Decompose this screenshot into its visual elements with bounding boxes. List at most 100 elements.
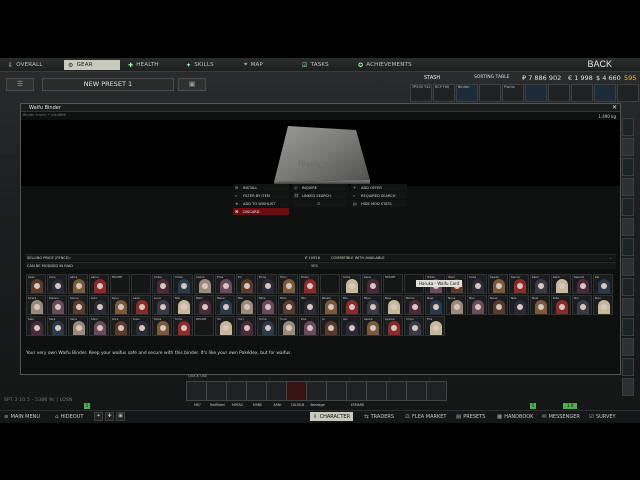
waifu-card-slot[interactable]: Mana <box>215 295 235 315</box>
stash-cell[interactable] <box>622 138 634 156</box>
tab-achievements[interactable]: ✪ ACHIEVEMENTS <box>358 60 412 70</box>
waifu-card-slot[interactable]: Kanna <box>509 274 529 294</box>
waifu-card-slot[interactable]: Shiro <box>89 316 109 336</box>
notification-badge[interactable]: 1 0 <box>563 403 577 409</box>
preset-save-button[interactable]: ▣ <box>178 78 206 91</box>
stash-cell[interactable]: BCP FMJ <box>433 84 455 102</box>
waifu-card-slot[interactable]: Yuna <box>278 316 298 336</box>
menu-add-offer[interactable]: + ADD OFFER <box>351 184 407 191</box>
waifu-card-slot[interactable]: MOUNT <box>194 316 214 336</box>
waifu-card-slot[interactable]: Eri <box>236 274 256 294</box>
waifu-card-slot[interactable]: Nene <box>488 295 508 315</box>
waifu-card-slot[interactable]: Hoshi <box>299 274 319 294</box>
waifu-card-slot[interactable]: Emi <box>425 316 445 336</box>
waifu-card-slot[interactable]: Mika <box>257 295 277 315</box>
menu-filter-by-item[interactable]: ⌕ FILTER BY ITEM <box>233 192 289 199</box>
waifu-card-slot[interactable]: Mei <box>236 295 256 315</box>
waifu-card-slot[interactable]: Kirara <box>26 295 46 315</box>
menu-add-to-wishlist[interactable]: ★ ADD TO WISHLIST <box>233 200 289 207</box>
stash-cell[interactable] <box>622 318 634 336</box>
stash-cell[interactable] <box>622 178 634 196</box>
waifu-card-slot[interactable]: Kyou <box>110 295 130 315</box>
waifu-card-slot[interactable]: Iroha <box>341 274 361 294</box>
waifu-card-slot[interactable]: Miu <box>341 295 361 315</box>
waifu-card-slot[interactable]: Yume <box>257 316 277 336</box>
tab-overall[interactable]: ⇩ OVERALL <box>8 60 43 70</box>
waifu-card-slot[interactable] <box>320 274 340 294</box>
notification-badge[interactable]: 5 <box>530 403 536 409</box>
menu-required-search[interactable]: ⌕ REQUIRED SEARCH <box>351 192 407 199</box>
waifu-card-slot[interactable]: Moe <box>383 295 403 315</box>
waifu-card-slot[interactable]: Misaki <box>320 295 340 315</box>
waifu-card-slot[interactable]: Ruri <box>593 295 613 315</box>
waifu-card-slot[interactable]: Noa <box>509 295 529 315</box>
waifu-card-slot[interactable]: Chika <box>152 274 172 294</box>
preset-list-button[interactable]: ☰ <box>6 78 34 91</box>
waifu-card-slot[interactable]: Yui <box>215 316 235 336</box>
stash-cell[interactable] <box>622 338 634 356</box>
waifu-card-slot[interactable]: Maki <box>194 295 214 315</box>
preset-name[interactable]: NEW PRESET 1 <box>42 78 174 91</box>
tab-skills[interactable]: ✦ SKILLS <box>186 60 214 70</box>
stash-cell[interactable] <box>571 84 593 102</box>
waifu-card-slot[interactable]: Ayame <box>383 316 403 336</box>
waifu-card-slot[interactable]: Mai <box>173 295 193 315</box>
quick-slot[interactable]: ESMARK <box>346 381 367 407</box>
stash-cell[interactable] <box>548 84 570 102</box>
nav-survey[interactable]: ☑ SURVEY <box>589 412 616 421</box>
stash-cell[interactable] <box>622 218 634 236</box>
waifu-card-slot[interactable]: Rin <box>572 295 592 315</box>
waifu-card-slot[interactable]: Rika <box>551 295 571 315</box>
stash-cell[interactable] <box>622 358 634 376</box>
stash-cell[interactable] <box>594 84 616 102</box>
waifu-card-slot[interactable]: Sara <box>47 316 67 336</box>
waifu-card-slot[interactable]: Koharu <box>47 295 67 315</box>
waifu-card-slot[interactable]: Konoe <box>68 295 88 315</box>
waifu-card-slot[interactable]: Kei <box>593 274 613 294</box>
nav-character[interactable]: ⇩ CHARACTER <box>310 412 354 421</box>
waifu-card-slot[interactable]: Nana <box>446 295 466 315</box>
waifu-card-slot[interactable]: Aoi <box>341 316 361 336</box>
waifu-card-slot[interactable]: Chise <box>173 274 193 294</box>
waifu-card-slot[interactable]: Nao <box>467 295 487 315</box>
waifu-card-slot[interactable]: Erina <box>257 274 277 294</box>
menu-linked-search[interactable]: ⛓ LINKED SEARCH <box>292 192 348 199</box>
waifu-card-slot[interactable] <box>131 274 151 294</box>
waifu-card-slot[interactable]: Sena <box>68 316 88 336</box>
nav-flea-market[interactable]: ⚖ FLEA MARKET <box>405 412 446 421</box>
waifu-card-slot[interactable]: Kasumi <box>572 274 592 294</box>
quick-slot[interactable] <box>426 381 447 401</box>
stash-cell[interactable] <box>525 84 547 102</box>
waifu-card-slot[interactable]: MOUNT <box>110 274 130 294</box>
waifu-card-slot[interactable]: Akira <box>68 274 88 294</box>
quick-slot[interactable]: RedRebel <box>206 381 227 407</box>
tab-gear[interactable]: ⚙ GEAR <box>64 60 120 70</box>
waifu-card-slot[interactable]: Tomo <box>173 316 193 336</box>
stash-cell[interactable] <box>622 378 634 396</box>
waifu-card-slot[interactable]: Ai <box>320 316 340 336</box>
stash-cell[interactable] <box>622 158 634 176</box>
quick-slot[interactable]: M67 <box>186 381 207 407</box>
waifu-card-slot[interactable]: Ema <box>215 274 235 294</box>
nav-messenger[interactable]: ✉ MESSENGER <box>542 412 580 421</box>
quick-slot[interactable] <box>326 381 347 401</box>
waifu-card-slot[interactable]: MOUNT <box>383 274 403 294</box>
menu-inquire[interactable]: ◎ INQUIRE <box>292 184 348 191</box>
waifu-card-slot[interactable]: Laila <box>131 295 151 315</box>
waifu-card-slot[interactable]: Momo <box>404 295 424 315</box>
binder-image[interactable]: Waifu Binder <box>266 124 376 184</box>
menu-discard[interactable]: ✖ DISCARD <box>233 208 289 215</box>
stash-cell[interactable] <box>617 84 639 102</box>
tab-map[interactable]: ⌖ MAP <box>244 60 263 70</box>
quick-slot[interactable]: Bandage <box>306 381 327 407</box>
waifu-card-slot[interactable]: Alice <box>47 274 67 294</box>
waifu-card-slot[interactable]: Akino <box>89 274 109 294</box>
menu-install[interactable]: ⊞ INSTALL <box>233 184 289 191</box>
quick-slot[interactable]: M9BE <box>246 381 267 407</box>
waifu-card-slot[interactable]: Asuka <box>362 316 382 336</box>
nav-presets[interactable]: ▤ PRESETS <box>456 412 485 421</box>
window-titlebar[interactable]: Waifu Binder ✕ <box>21 104 620 112</box>
stash-cell[interactable] <box>622 298 634 316</box>
tab-health[interactable]: ✚ HEALTH <box>128 60 159 70</box>
mini-button[interactable]: ▣ <box>116 412 125 421</box>
